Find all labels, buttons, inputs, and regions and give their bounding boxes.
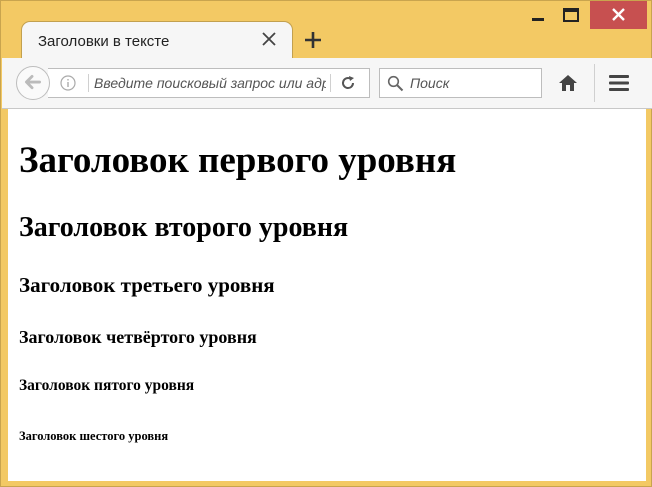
url-bar[interactable] [48, 68, 370, 98]
maximize-icon[interactable] [555, 1, 587, 29]
url-input[interactable] [94, 69, 326, 97]
toolbar-separator [594, 64, 595, 102]
close-tab-icon[interactable] [258, 28, 280, 50]
search-bar[interactable] [379, 68, 542, 98]
tab-strip: Заголовки в тексте [1, 1, 652, 58]
heading-level-5: Заголовок пятого уровня [19, 377, 195, 394]
info-icon[interactable] [60, 75, 76, 91]
page-content: Заголовок первого уровня Заголовок второ… [8, 109, 646, 481]
reload-icon[interactable] [340, 75, 356, 91]
new-tab-icon[interactable] [301, 28, 325, 52]
tab-active[interactable]: Заголовки в тексте [21, 21, 293, 58]
heading-level-3: Заголовок третьего уровня [19, 273, 275, 297]
home-icon[interactable] [557, 72, 579, 94]
search-input[interactable] [410, 69, 535, 97]
heading-level-4: Заголовок четвёртого уровня [19, 327, 257, 347]
back-arrow-icon [25, 75, 41, 90]
close-window-icon[interactable] [590, 1, 647, 29]
minimize-icon[interactable] [523, 1, 553, 29]
hamburger-menu-icon[interactable] [609, 73, 629, 93]
back-button[interactable] [16, 66, 50, 100]
url-separator [88, 74, 89, 92]
search-icon [387, 75, 404, 92]
heading-level-2: Заголовок второго уровня [19, 212, 349, 243]
navigation-toolbar [2, 58, 652, 109]
heading-level-6: Заголовок шестого уровня [19, 429, 169, 443]
heading-level-1: Заголовок первого уровня [19, 140, 457, 181]
tab-title: Заголовки в тексте [38, 33, 170, 50]
url-separator [330, 74, 331, 92]
browser-window: Заголовки в тексте Введите поисковый зап… [0, 0, 652, 487]
